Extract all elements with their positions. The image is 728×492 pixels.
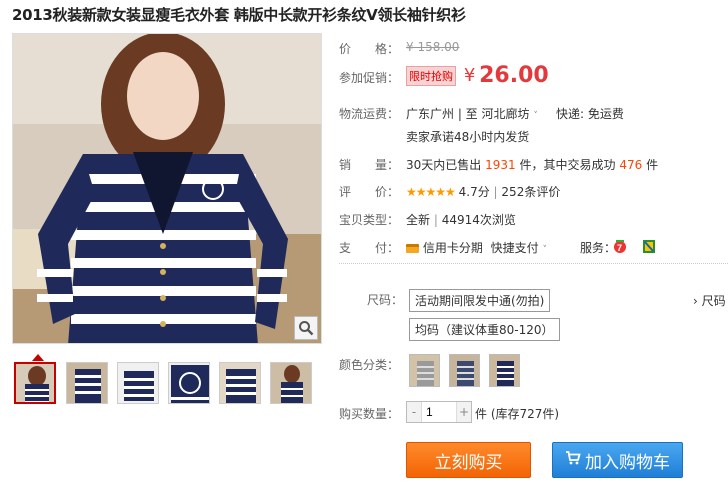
size-label: 尺码：	[367, 293, 404, 307]
promo-price-group: 限时抢购 ¥ 26.00	[406, 63, 549, 88]
payment-methods: 信用卡分期 快捷支付 ˅	[406, 239, 547, 256]
promo-badge: 限时抢购	[406, 65, 456, 86]
shipping-label: 物流运费：	[339, 107, 400, 121]
add-to-cart-label: 加入购物车	[585, 452, 670, 473]
quantity-label: 购买数量：	[339, 407, 400, 421]
type-label: 宝贝类型：	[339, 213, 400, 227]
quantity-input[interactable]	[421, 402, 457, 422]
thumbnail-1[interactable]	[14, 362, 56, 404]
thumbnail-6[interactable]	[270, 362, 312, 404]
size-guide-link[interactable]: › 尺码	[693, 292, 726, 309]
credit-installment-link[interactable]: 信用卡分期	[423, 241, 483, 255]
price-label: 价 格：	[339, 42, 400, 56]
express-fee: 快递: 免运费	[556, 107, 624, 121]
increase-button[interactable]: +	[457, 402, 471, 422]
divider	[339, 263, 728, 264]
type-value: 全新	[406, 213, 431, 227]
product-title: 2013秋装新款女装显瘦毛衣外套 韩版中长款开衫条纹V领长袖针织衫	[12, 6, 466, 24]
color-label: 颜色分类：	[339, 358, 400, 372]
sales-mid: 件，其中交易成功	[519, 158, 616, 172]
size-option-2[interactable]: 均码（建议体重80-120）	[409, 318, 560, 341]
currency-symbol: ¥	[463, 65, 476, 86]
success-count: 476	[619, 158, 643, 172]
color-swatch-1[interactable]	[409, 354, 440, 387]
rating-score: 4.7分	[458, 185, 490, 199]
thumbnail-4[interactable]	[168, 362, 210, 404]
view-count: 44914次浏览	[441, 213, 516, 227]
zoom-icon[interactable]	[294, 316, 318, 340]
sales-suffix: 件	[646, 158, 659, 172]
current-price: 26.00	[479, 63, 549, 88]
thumbnail-3[interactable]	[117, 362, 159, 404]
add-to-cart-button[interactable]: 加入购物车	[552, 442, 683, 478]
quantity-stepper: - +	[406, 401, 472, 423]
thumb-pointer-icon	[32, 354, 44, 361]
decrease-button[interactable]: -	[407, 402, 421, 422]
cart-icon	[565, 450, 581, 470]
sales-prefix: 30天内已售出	[406, 158, 482, 172]
shipping-promise: 卖家承诺48小时内发货	[406, 130, 530, 144]
thumbnail-strip	[14, 362, 324, 404]
chevron-down-icon: ˅	[533, 111, 538, 121]
color-swatch-3[interactable]	[489, 354, 520, 387]
service-label: 服务：	[580, 241, 617, 255]
seven-day-return-icon[interactable]: 7	[613, 239, 627, 257]
rating-label: 评 价：	[339, 185, 400, 199]
promo-row: 参加促销： 限时抢购 ¥ 26.00	[339, 63, 728, 91]
quick-pay-link[interactable]: 快捷支付	[491, 241, 539, 255]
thumbnail-5[interactable]	[219, 362, 261, 404]
color-swatch-2[interactable]	[449, 354, 480, 387]
promo-label: 参加促销：	[339, 71, 400, 85]
chevron-down-icon: ˅	[542, 245, 548, 255]
shipping-route[interactable]: 广东广州 | 至 河北廊坊 ˅	[406, 105, 538, 122]
buy-now-button[interactable]: 立刻购买	[406, 442, 531, 478]
original-price: ¥ 158.00	[406, 40, 460, 54]
stock-text: 件 (库存727件)	[475, 407, 560, 421]
svg-text:7: 7	[617, 243, 622, 253]
rating-text: ★★★★★ 4.7分 | 252条评价	[406, 185, 561, 199]
sold-count: 1931	[485, 158, 516, 172]
main-product-image[interactable]	[12, 33, 322, 344]
sales-text: 30天内已售出 1931 件，其中交易成功 476 件	[406, 156, 658, 173]
review-count-link[interactable]: 252条评价	[501, 185, 560, 199]
thumbnail-2[interactable]	[66, 362, 108, 404]
sales-label: 销 量：	[339, 158, 400, 172]
guarantee-icon[interactable]	[642, 239, 656, 257]
credit-card-icon	[406, 244, 419, 253]
size-option-1[interactable]: 活动期间限发中通(勿拍)	[409, 289, 551, 312]
payment-label: 支 付：	[339, 241, 400, 255]
rating-stars: ★★★★★	[406, 185, 456, 199]
model-photo	[13, 34, 321, 343]
shipping-route-text: 广东广州 | 至 河北廊坊	[406, 107, 530, 121]
type-text: 全新 | 44914次浏览	[406, 213, 516, 227]
